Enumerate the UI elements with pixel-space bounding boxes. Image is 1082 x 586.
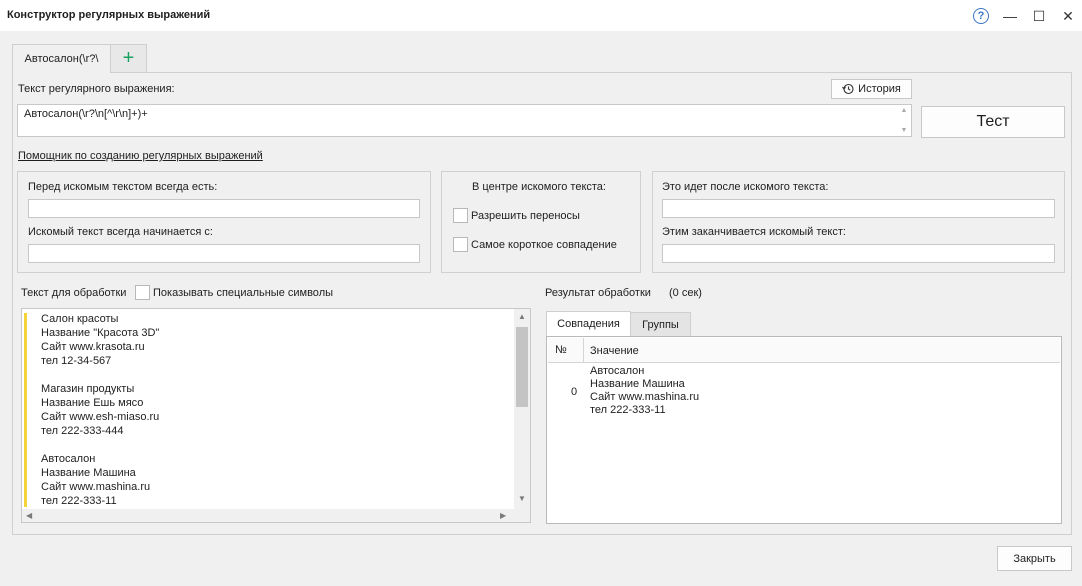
- scroll-right-icon[interactable]: ▶: [500, 511, 506, 520]
- starts-label: Искомый текст всегда начинается с:: [28, 226, 213, 238]
- column-value[interactable]: Значение: [590, 345, 639, 357]
- scroll-down-icon[interactable]: ▼: [901, 127, 908, 134]
- show-special-checkbox[interactable]: [135, 285, 150, 300]
- source-textarea[interactable]: Салон красоты Название "Красота 3D" Сайт…: [21, 308, 531, 523]
- shortest-match-checkbox[interactable]: [453, 237, 468, 252]
- regex-label: Текст регулярного выражения:: [18, 83, 175, 95]
- allow-breaks-label: Разрешить переносы: [471, 210, 580, 222]
- close-button[interactable]: Закрыть: [997, 546, 1072, 571]
- close-window-button[interactable]: ✕: [1057, 6, 1079, 26]
- grid-header: № Значение: [548, 338, 1060, 363]
- column-divider[interactable]: [583, 338, 584, 363]
- history-button[interactable]: История: [831, 79, 912, 99]
- scroll-left-icon[interactable]: ◀: [26, 511, 32, 520]
- row-value: Автосалон Название Машина Сайт www.mashi…: [590, 365, 700, 416]
- before-input[interactable]: [28, 199, 420, 218]
- source-hscrollbar[interactable]: ◀ ▶: [22, 509, 530, 522]
- table-row[interactable]: 0 Автосалон Название Машина Сайт www.mas…: [548, 364, 1060, 420]
- scroll-up-icon[interactable]: ▲: [518, 312, 526, 321]
- before-label: Перед искомым текстом всегда есть:: [28, 181, 218, 193]
- regex-scrollbar[interactable]: ▲ ▼: [897, 105, 911, 136]
- source-text: Салон красоты Название "Красота 3D" Сайт…: [41, 313, 160, 507]
- maximize-button[interactable]: ☐: [1028, 6, 1050, 26]
- add-tab-button[interactable]: +: [111, 44, 147, 72]
- minimize-button[interactable]: —: [999, 6, 1021, 26]
- after-input[interactable]: [662, 199, 1055, 218]
- tab-groups[interactable]: Группы: [631, 312, 691, 336]
- row-number: 0: [571, 386, 578, 398]
- ends-input[interactable]: [662, 244, 1055, 263]
- starts-input[interactable]: [28, 244, 420, 263]
- history-label: История: [858, 83, 901, 95]
- helper-link[interactable]: Помощник по созданию регулярных выражени…: [18, 150, 263, 162]
- regex-input[interactable]: Автосалон(\r?\n[^\r\n]+)+ ▲ ▼: [17, 104, 912, 137]
- show-special-label: Показывать специальные символы: [153, 287, 334, 299]
- shortest-match-label: Самое короткое совпадение: [471, 239, 617, 251]
- history-icon: [842, 83, 854, 95]
- allow-breaks-checkbox[interactable]: [453, 208, 468, 223]
- center-title: В центре искомого текста:: [472, 181, 606, 193]
- after-label: Это идет после искомого текста:: [662, 181, 829, 193]
- results-grid: № Значение 0 Автосалон Название Машина С…: [546, 336, 1062, 524]
- plus-icon: +: [122, 47, 135, 69]
- window-title: Конструктор регулярных выражений: [7, 9, 211, 21]
- result-label: Результат обработки: [545, 287, 651, 299]
- column-number[interactable]: №: [555, 344, 567, 356]
- ends-label: Этим заканчивается искомый текст:: [662, 226, 846, 238]
- source-label: Текст для обработки: [21, 287, 127, 299]
- scroll-down-icon[interactable]: ▼: [518, 494, 526, 503]
- match-highlight-bar: [24, 313, 27, 507]
- tab-matches[interactable]: Совпадения: [546, 311, 631, 336]
- source-vscrollbar[interactable]: ▲ ▼: [514, 309, 530, 509]
- test-button[interactable]: Тест: [921, 106, 1065, 138]
- result-time: (0 сек): [669, 287, 702, 299]
- help-icon[interactable]: ?: [970, 6, 992, 26]
- tab-regex[interactable]: Автосалон(\r?\: [12, 44, 111, 73]
- scroll-thumb[interactable]: [516, 327, 528, 407]
- regex-value: Автосалон(\r?\n[^\r\n]+)+: [24, 108, 148, 120]
- scroll-up-icon[interactable]: ▲: [901, 107, 908, 114]
- help-glyph: ?: [973, 8, 989, 24]
